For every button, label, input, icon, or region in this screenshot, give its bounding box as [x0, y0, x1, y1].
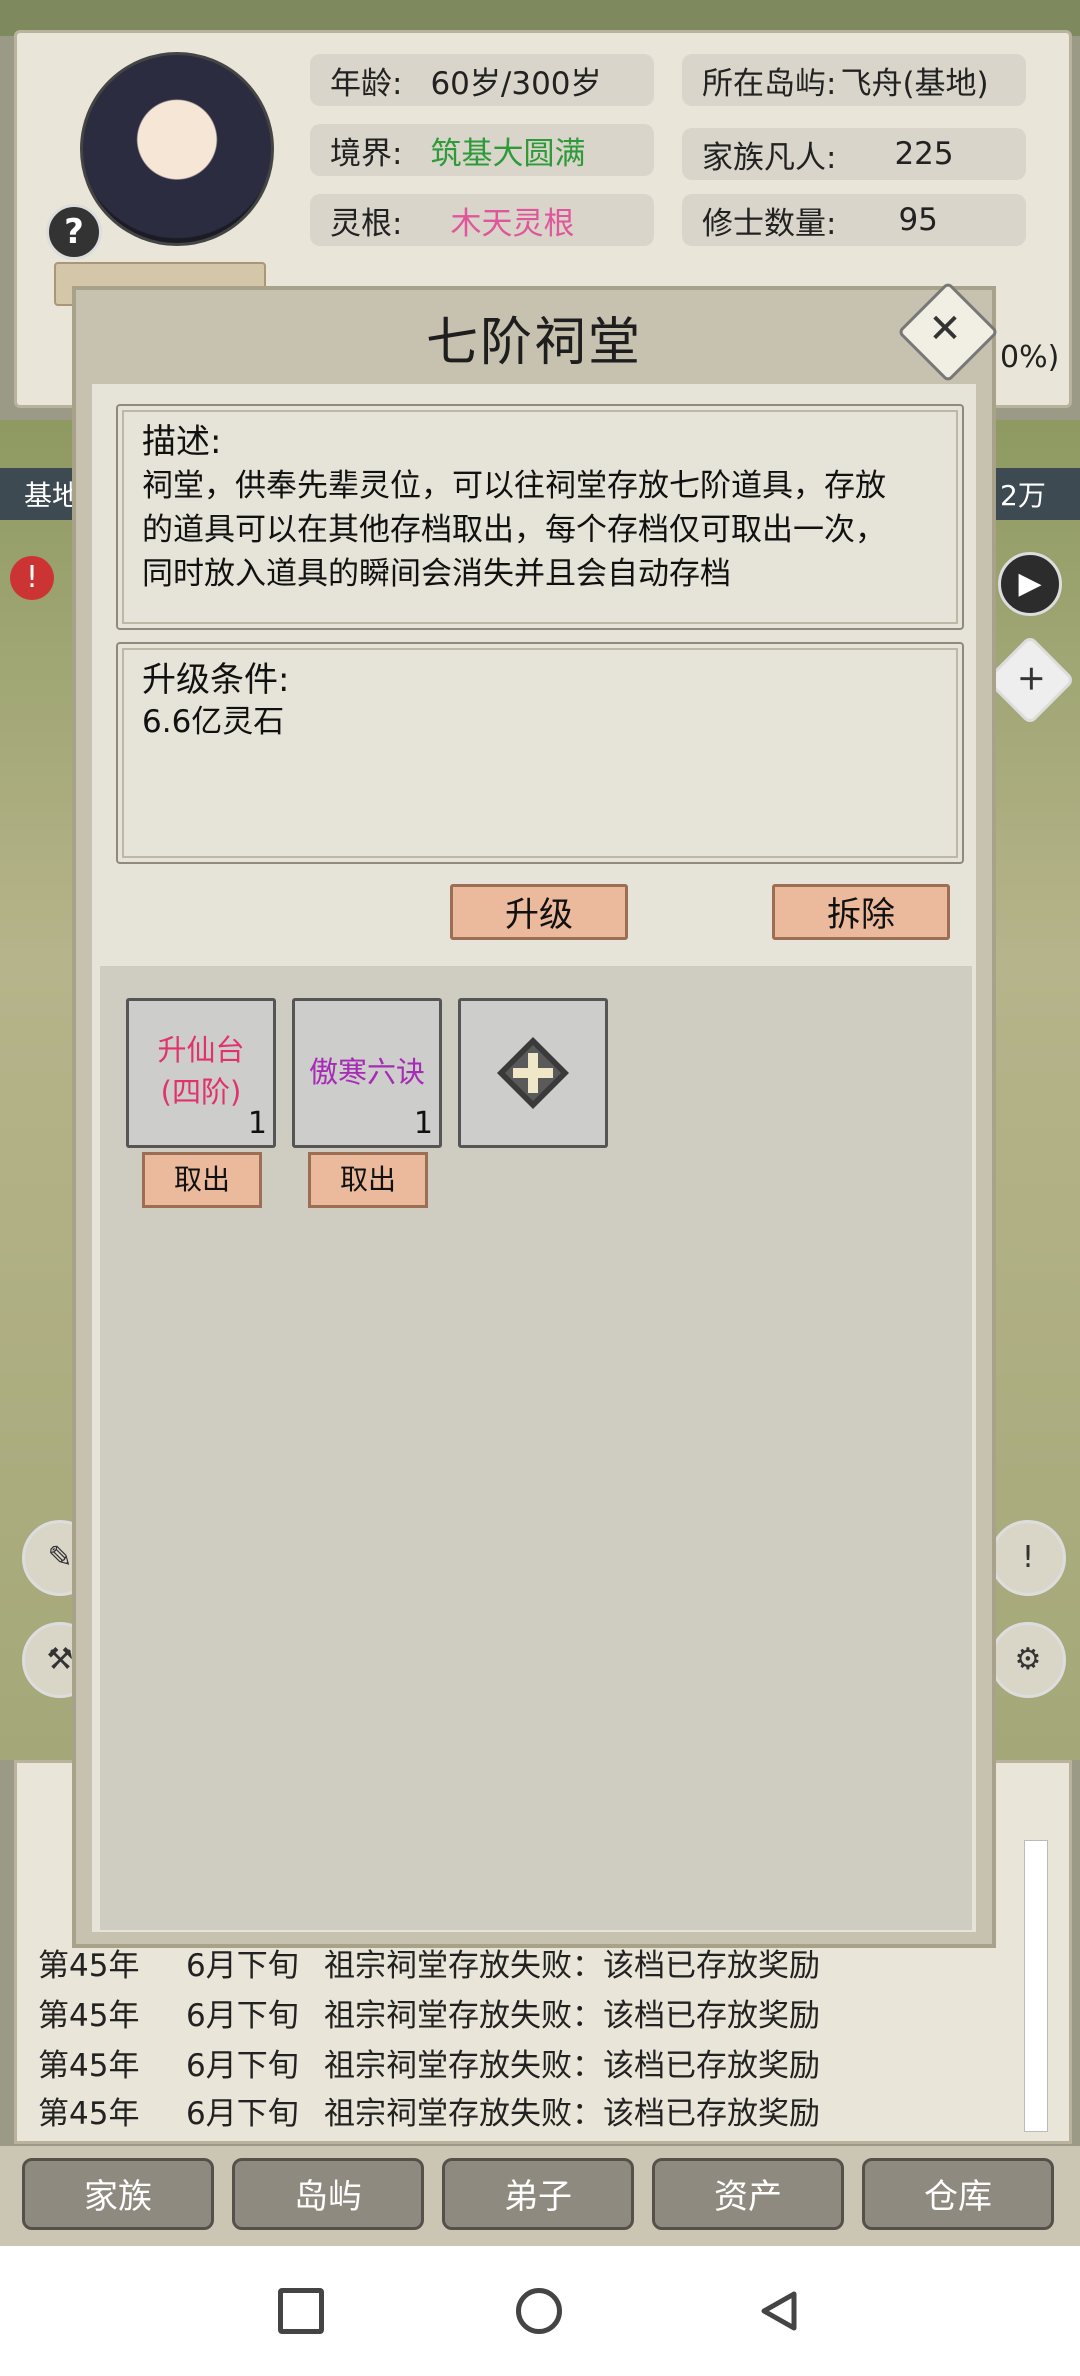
upgrade-cost: 6.6亿灵石	[142, 704, 285, 740]
description-line: 同时放入道具的瞬间会消失并且会自动存档	[142, 556, 731, 592]
demolish-button[interactable]: 拆除	[772, 884, 950, 940]
description-title: 描述:	[142, 422, 222, 462]
upgrade-title: 升级条件:	[142, 660, 290, 700]
description-line: 祠堂，供奉先辈灵位，可以往祠堂存放七阶道具，存放	[142, 468, 886, 504]
stored-item-slot[interactable]: 傲寒六诀 1	[292, 998, 442, 1148]
description-line: 的道具可以在其他存档取出，每个存档仅可取出一次，	[142, 512, 886, 548]
add-item-slot[interactable]	[458, 998, 608, 1148]
plus-icon[interactable]	[495, 1035, 571, 1111]
item-name: 傲寒六诀	[308, 1055, 425, 1089]
upgrade-button[interactable]: 升级	[450, 884, 628, 940]
item-name: 升仙台	[157, 1033, 245, 1067]
dialog-title: 七阶祠堂	[425, 313, 642, 373]
close-icon[interactable]: ✕	[912, 296, 978, 362]
take-out-button[interactable]: 取出	[308, 1152, 428, 1208]
stored-item-slot[interactable]: 升仙台 (四阶) 1	[126, 998, 276, 1148]
item-count: 1	[413, 1106, 433, 1141]
take-out-button[interactable]: 取出	[142, 1152, 262, 1208]
item-count: 1	[247, 1106, 267, 1141]
